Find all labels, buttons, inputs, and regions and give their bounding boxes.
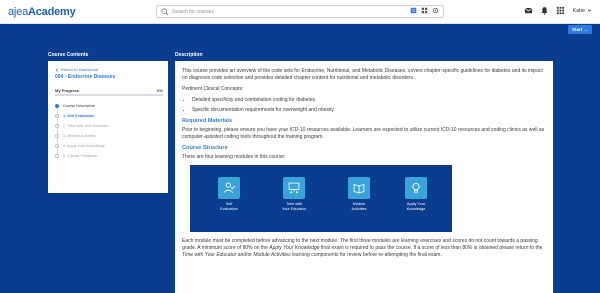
status-dot-icon [55,134,59,138]
filter-icon[interactable] [410,7,417,14]
required-materials-heading: Required Materials [182,118,233,124]
completion-requirements: Each module must be completed before adv… [182,238,546,259]
course-contents-panel: Return to Dashboard 004 - Endocrine Dise… [48,61,168,193]
status-dot-icon [55,144,59,148]
search-input[interactable] [172,6,372,17]
user-name: Katie [572,7,585,14]
return-to-dashboard-link[interactable]: Return to Dashboard [55,67,98,72]
book-icon [353,183,365,194]
sidebar-item-label: 5. Course Feedback [63,154,98,158]
module-apply-knowledge: Apply Your Knowledge [390,177,442,211]
sidebar-item-label: 1. Self Evaluation [63,114,95,118]
back-arrow-icon [55,67,59,72]
user-menu[interactable]: Katie [572,8,592,14]
module-label: Evaluation [220,206,238,211]
sidebar-item-label: 4. Apply Your Knowledge [63,144,106,148]
module-label: Knowledge [406,206,426,211]
concepts-label: Pertinent Clinical Concepts: [182,86,244,92]
list-item: Detailed specificity and combination cod… [192,97,546,104]
completion-text: learning components for review before re… [290,252,442,258]
sidebar-item-label: 2. Time with Your Educator [63,124,109,128]
top-navbar: ajeaAcademy Katie [0,0,600,24]
completion-emphasis: Time with Your Educator [182,252,237,258]
sidebar-item[interactable]: 4. Apply Your Knowledge [55,141,163,151]
progress-row: My Progress 0% [55,88,163,93]
status-dot-icon [55,124,59,128]
status-dot-icon [55,104,59,108]
logo-prefix: ajea [8,6,28,18]
grid-view-icon[interactable] [421,7,428,14]
status-dot-icon [55,154,59,158]
search-icon [161,8,169,16]
module-self-evaluation: Self Evaluation [203,177,255,211]
course-intro: This course provides an overview of the … [182,68,543,81]
presentation-icon [288,182,300,194]
return-label: Return to Dashboard [61,67,99,72]
modules-graphic: Self Evaluation Time with Your Educator Mo… [190,165,452,232]
concepts-list: Detailed specificity and combination cod… [192,97,546,114]
module-time-with-educator: Time with Your Educator [268,177,320,211]
apps-grid-icon[interactable] [556,6,565,15]
sidebar-item[interactable]: 2. Time with Your Educator [55,121,163,131]
search-box [156,5,444,18]
start-button[interactable]: Start → [568,25,592,34]
settings-icon[interactable] [432,7,439,14]
course-structure-heading: Course Structure [182,145,228,151]
list-item: Specific documentation requirements for … [192,107,546,114]
completion-text: and/or [236,252,254,258]
course-contents-heading: Course Contents [48,52,89,58]
description-panel: This course provides an overview of the … [175,61,553,293]
completion-emphasis: Apply Your Knowledge [269,245,320,251]
module-activities: Module Activities [333,177,385,211]
search-tools [410,7,439,14]
module-label: Your Educator [282,206,306,211]
mail-icon[interactable] [524,6,533,15]
description-heading: Description [175,52,203,58]
sidebar-item[interactable]: 5. Course Feedback [55,151,163,161]
course-title: 004 - Endocrine Diseases [55,74,116,80]
status-dot-icon [55,114,59,118]
progress-bar [55,94,163,96]
sidebar-item-label: 3. Module Activities [63,134,96,138]
sidebar-item[interactable]: 3. Module Activities [55,131,163,141]
required-materials-text: Prior to beginning, please ensure you ha… [182,127,545,140]
sidebar-item-label: Course Description [63,104,96,108]
progress-percent: 0% [157,88,163,93]
completion-emphasis: Module Activities [253,252,291,258]
chevron-down-icon [587,9,592,12]
logo-name: Academy [28,6,76,18]
progress-label: My Progress [55,88,80,93]
completion-text: final exam is required to pass the cours… [319,245,543,251]
sidebar-item[interactable]: Course Description [55,101,163,111]
module-label: Activities [351,206,367,211]
course-structure-intro: There are four learning modules in this … [182,154,286,160]
lightbulb-icon [412,183,420,193]
module-list: Course Description 1. Self Evaluation 2. T… [55,101,163,161]
brand-logo[interactable]: ajeaAcademy [8,4,76,20]
header-actions: Katie [524,6,592,15]
sidebar-item[interactable]: 1. Self Evaluation [55,111,163,121]
person-check-icon [223,182,236,194]
bell-icon[interactable] [540,6,549,15]
